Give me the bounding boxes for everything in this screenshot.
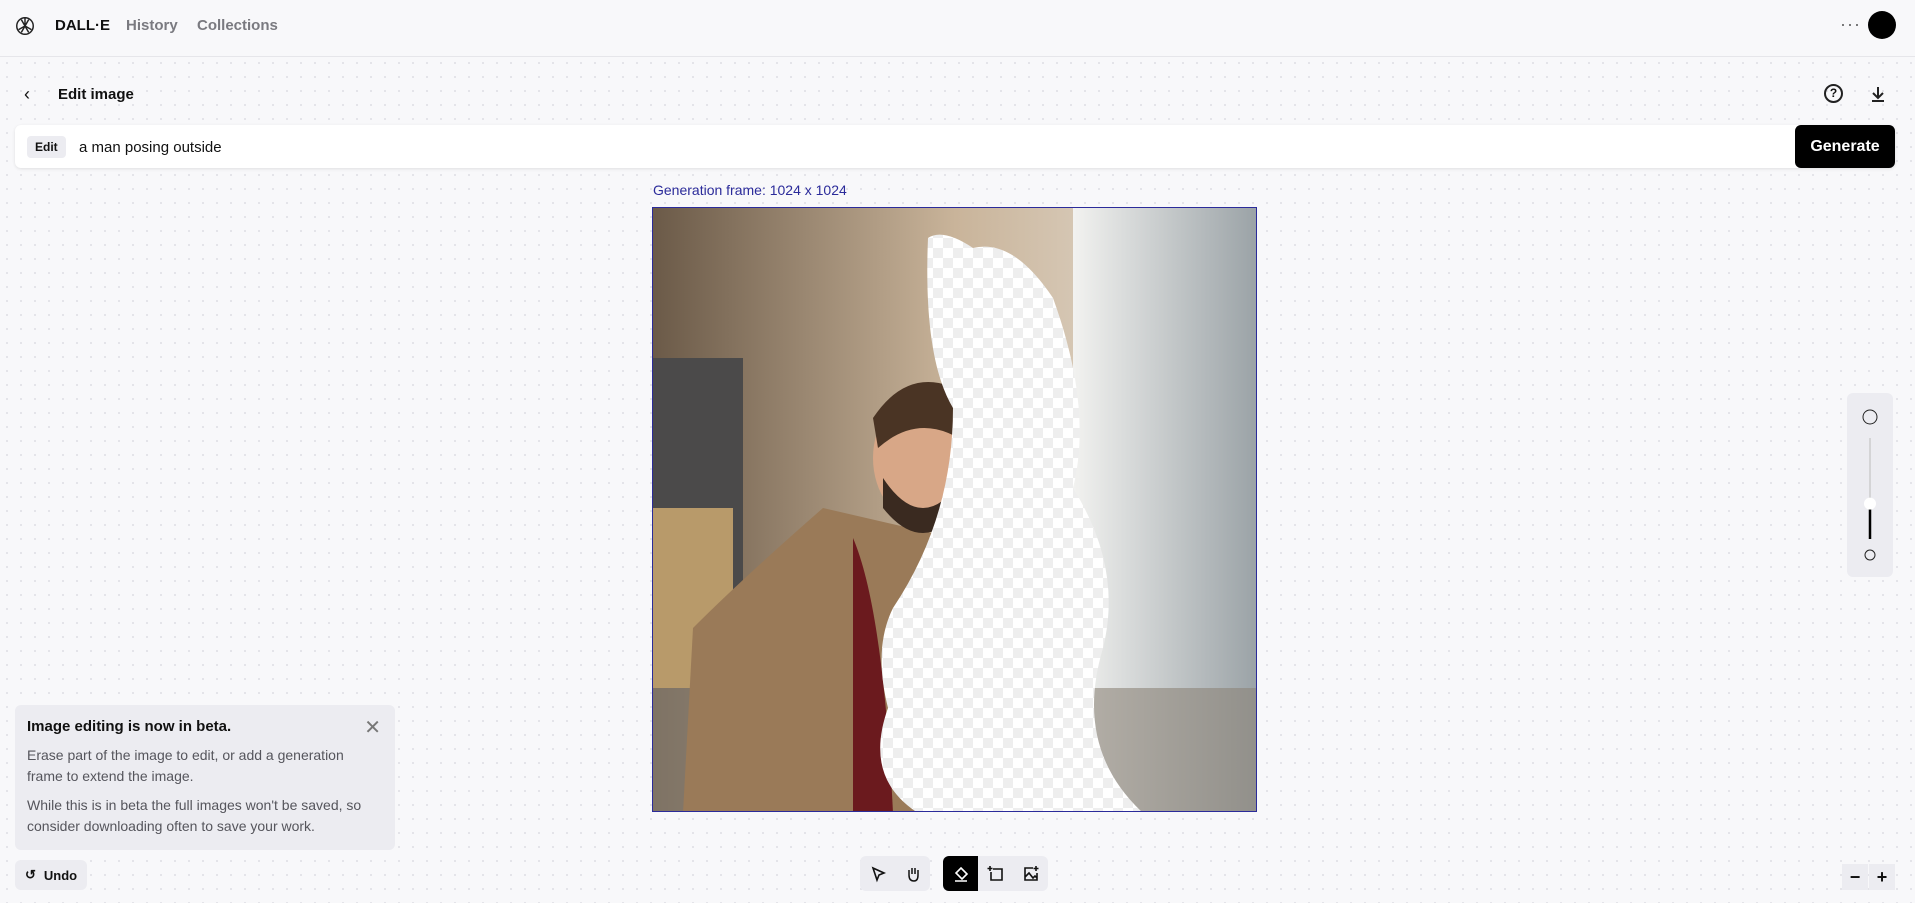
small-brush-icon [1864,549,1876,561]
zoom-out-button[interactable]: − [1842,864,1868,890]
zoom-in-button[interactable]: + [1869,864,1895,890]
ellipsis-icon[interactable]: ··· [1840,14,1861,35]
avatar[interactable] [1868,11,1896,39]
generate-button[interactable]: Generate [1795,125,1895,168]
undo-icon: ↺ [25,867,36,882]
edit-mode-tag: Edit [27,136,66,158]
beta-notice-title: Image editing is now in beta. [27,718,232,735]
editing-tools [943,856,1048,891]
add-frame-icon[interactable] [978,856,1013,891]
generation-frame-label: Generation frame: 1024 x 1024 [653,182,847,198]
brush-size-thumb [1864,497,1876,510]
brush-size-track [1862,409,1878,561]
page-title: Edit image [58,86,134,103]
brush-size-slider[interactable] [1847,393,1893,577]
prompt-input[interactable] [79,133,1779,161]
eraser-icon[interactable] [943,856,978,891]
prompt-bar: Edit Generate [15,125,1895,168]
back-chevron-icon[interactable]: ‹ [24,84,30,105]
select-icon[interactable] [860,856,895,891]
undo-label: Undo [43,867,78,883]
close-icon[interactable]: ✕ [364,715,381,740]
large-brush-icon [1862,409,1878,425]
upload-image-icon[interactable] [1013,856,1048,891]
generation-frame-canvas[interactable] [652,207,1257,812]
download-icon[interactable] [1868,84,1888,104]
openai-logo-icon[interactable] [14,15,36,37]
undo-button[interactable]: ↺ Undo [15,860,88,890]
pan-hand-icon[interactable] [895,856,930,891]
nav-history[interactable]: History [126,17,178,34]
navigation-tools [860,856,930,891]
beta-notice-body: Erase part of the image to edit, or add … [27,747,344,784]
brand[interactable]: DALL·E [55,17,110,34]
nav-collections[interactable]: Collections [197,17,278,34]
zoom-controls: − + [1842,864,1895,890]
beta-notice-body-2: While this is in beta the full images wo… [27,797,362,834]
help-icon[interactable]: ? [1824,84,1843,103]
top-nav: DALL·E History Collections ··· [0,0,1915,57]
edited-photo [653,208,1256,811]
beta-notice: Image editing is now in beta. Erase part… [15,705,395,850]
